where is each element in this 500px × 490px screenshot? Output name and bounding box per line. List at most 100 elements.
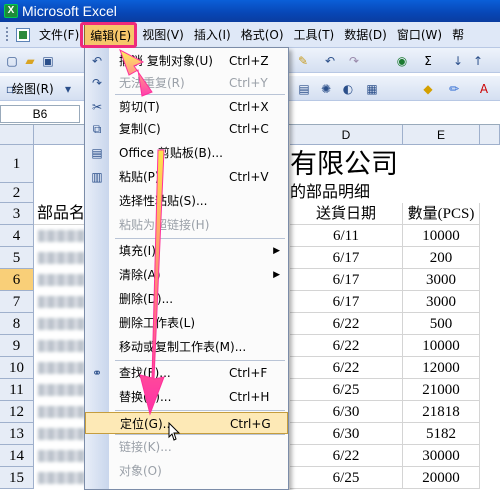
sheet-title[interactable]: 有限公司: [290, 145, 480, 183]
cell-a14[interactable]: [38, 450, 85, 462]
workbook-icon[interactable]: [16, 27, 30, 42]
cell-a11[interactable]: [38, 384, 85, 396]
cell-a13[interactable]: [38, 428, 85, 440]
menu-item-fill[interactable]: 填充(I) ▶: [85, 240, 288, 262]
cell-d10[interactable]: 6/22: [290, 357, 403, 379]
menu-item-office-clipboard[interactable]: ▤ Office 剪贴板(B)...: [85, 142, 288, 164]
header-delivery-date[interactable]: 送貨日期: [290, 203, 403, 225]
row-header-4[interactable]: 4: [0, 225, 34, 247]
column-header-f[interactable]: [480, 125, 500, 145]
cell-d12[interactable]: 6/30: [290, 401, 403, 423]
open-folder-icon[interactable]: ▰: [22, 53, 38, 69]
cell-d8[interactable]: 6/22: [290, 313, 403, 335]
header-part-name[interactable]: 部品名: [34, 203, 89, 225]
cell-a7[interactable]: [38, 296, 85, 308]
cell-d6[interactable]: 6/17: [290, 269, 403, 291]
wordart-icon[interactable]: ▤: [296, 81, 312, 97]
cell-a8[interactable]: [38, 318, 85, 330]
cell-e13[interactable]: 5182: [403, 423, 480, 445]
cell-a9[interactable]: [38, 340, 85, 352]
menu-item-links[interactable]: 链接(K)...: [85, 436, 288, 458]
row-header-2[interactable]: 2: [0, 183, 34, 203]
column-header-a[interactable]: [34, 125, 89, 145]
row-header-8[interactable]: 8: [0, 313, 34, 335]
menu-item-clear[interactable]: 清除(A) ▶: [85, 264, 288, 286]
redo-toolbar-icon[interactable]: ↷: [346, 53, 362, 69]
row-header-3[interactable]: 3: [0, 203, 34, 225]
name-box[interactable]: B6: [0, 105, 80, 123]
new-icon[interactable]: ▢: [4, 53, 20, 69]
row-header-7[interactable]: 7: [0, 291, 34, 313]
menu-item-copy[interactable]: ⧉ 复制(C) Ctrl+C: [85, 118, 288, 140]
row-header-6[interactable]: 6: [0, 269, 34, 291]
cell-a10[interactable]: [38, 362, 85, 374]
cell-e15[interactable]: 20000: [403, 467, 480, 489]
cell-e14[interactable]: 30000: [403, 445, 480, 467]
cell-a6[interactable]: [38, 274, 85, 286]
cell-e10[interactable]: 12000: [403, 357, 480, 379]
menu-format[interactable]: 格式(O): [236, 24, 289, 46]
autosum-icon[interactable]: Σ: [420, 53, 436, 69]
cell-d13[interactable]: 6/30: [290, 423, 403, 445]
cell-a15[interactable]: [38, 472, 85, 484]
cell-e5[interactable]: 200: [403, 247, 480, 269]
cell-d9[interactable]: 6/22: [290, 335, 403, 357]
menu-tools[interactable]: 工具(T): [289, 24, 340, 46]
menu-view[interactable]: 视图(V): [137, 24, 189, 46]
menu-item-find[interactable]: ⚭ 查找(F)... Ctrl+F: [85, 362, 288, 384]
picture-icon[interactable]: ▦: [364, 81, 380, 97]
menu-item-repeat[interactable]: ↷ 无法重复(R) Ctrl+Y: [85, 72, 288, 94]
cell-d14[interactable]: 6/22: [290, 445, 403, 467]
draw-menu-label[interactable]: 绘图(R): [12, 80, 54, 97]
menu-item-delete[interactable]: 删除(D)...: [85, 288, 288, 310]
font-color-icon[interactable]: A: [476, 81, 492, 97]
menu-data[interactable]: 数据(D): [339, 24, 392, 46]
menu-item-object[interactable]: 对象(O): [85, 460, 288, 482]
row-header-14[interactable]: 14: [0, 445, 34, 467]
row-header-12[interactable]: 12: [0, 401, 34, 423]
cell-a4[interactable]: [38, 230, 85, 242]
clipart-icon[interactable]: ◐: [340, 81, 356, 97]
menu-item-move-copy-sheet[interactable]: 移动或复制工作表(M)...: [85, 336, 288, 358]
cell-e9[interactable]: 10000: [403, 335, 480, 357]
cell-a5[interactable]: [38, 252, 85, 264]
line-color-icon[interactable]: ✏: [446, 81, 462, 97]
cell-a12[interactable]: [38, 406, 85, 418]
select-all-corner[interactable]: [0, 125, 34, 145]
cell-e11[interactable]: 21000: [403, 379, 480, 401]
menu-item-paste[interactable]: ▥ 粘贴(P) Ctrl+V: [85, 166, 288, 188]
cell-d15[interactable]: 6/25: [290, 467, 403, 489]
menu-item-paste-special[interactable]: 选择性粘贴(S)...: [85, 190, 288, 212]
row-header-15[interactable]: 15: [0, 467, 34, 489]
row-header-9[interactable]: 9: [0, 335, 34, 357]
row-header-10[interactable]: 10: [0, 357, 34, 379]
cell-d4[interactable]: 6/11: [290, 225, 403, 247]
column-header-d[interactable]: D: [290, 125, 403, 145]
cell-e8[interactable]: 500: [403, 313, 480, 335]
cell-d7[interactable]: 6/17: [290, 291, 403, 313]
cell-d5[interactable]: 6/17: [290, 247, 403, 269]
row-header-13[interactable]: 13: [0, 423, 34, 445]
row-header-11[interactable]: 11: [0, 379, 34, 401]
cell-d11[interactable]: 6/25: [290, 379, 403, 401]
menu-window[interactable]: 窗口(W): [392, 24, 447, 46]
sort-ascending-icon[interactable]: ↓: [450, 53, 466, 69]
row-header-5[interactable]: 5: [0, 247, 34, 269]
hyperlink-icon[interactable]: ◉: [394, 53, 410, 69]
diagram-icon[interactable]: ✺: [318, 81, 334, 97]
cell-e12[interactable]: 21818: [403, 401, 480, 423]
sort-descending-icon[interactable]: ↑: [470, 53, 486, 69]
cell-e6[interactable]: 3000: [403, 269, 480, 291]
format-painter-icon[interactable]: ✎: [295, 53, 311, 69]
row-header-1[interactable]: 1: [0, 145, 34, 183]
menu-item-replace[interactable]: 替换(E)... Ctrl+H: [85, 386, 288, 408]
sheet-subtitle[interactable]: 的部品明细: [290, 183, 480, 203]
fill-color-icon[interactable]: ◆: [420, 81, 436, 97]
menu-item-goto[interactable]: 定位(G)... Ctrl+G: [85, 412, 288, 434]
menu-item-paste-as-hyperlink[interactable]: 粘贴为超链接(H): [85, 214, 288, 236]
column-header-e[interactable]: E: [403, 125, 480, 145]
header-quantity[interactable]: 數量(PCS): [403, 203, 480, 225]
menu-item-delete-sheet[interactable]: 删除工作表(L): [85, 312, 288, 334]
menu-item-cut[interactable]: ✂ 剪切(T) Ctrl+X: [85, 96, 288, 118]
save-icon[interactable]: ▣: [40, 53, 56, 69]
